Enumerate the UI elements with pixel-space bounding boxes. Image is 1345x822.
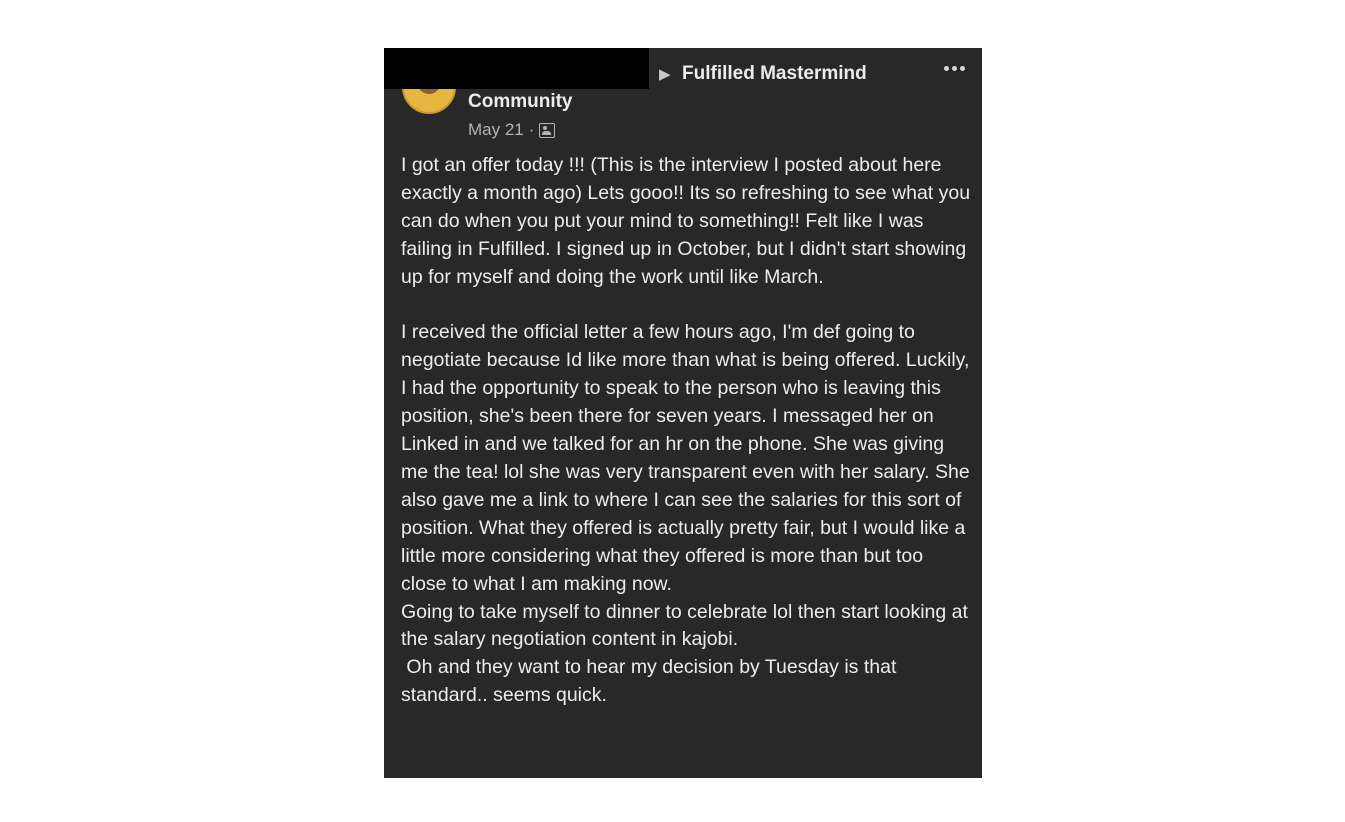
more-options-button[interactable] (936, 56, 972, 80)
group-name-link[interactable]: Fulfilled Mastermind (682, 63, 867, 85)
more-options-icon (943, 65, 949, 71)
group-name-link-continued[interactable]: Community (468, 91, 573, 113)
members-icon (539, 122, 556, 138)
post-body-text: I got an offer today !!! (This is the in… (401, 154, 971, 707)
breadcrumb-arrow-icon: ▶ (659, 66, 671, 83)
post-meta: May 21 · (468, 120, 556, 140)
meta-separator: · (528, 120, 535, 139)
redacted-author-name (384, 48, 649, 89)
post-card: ▶ Fulfilled Mastermind Community May 21 … (384, 48, 982, 778)
post-date[interactable]: May 21 (468, 120, 524, 140)
